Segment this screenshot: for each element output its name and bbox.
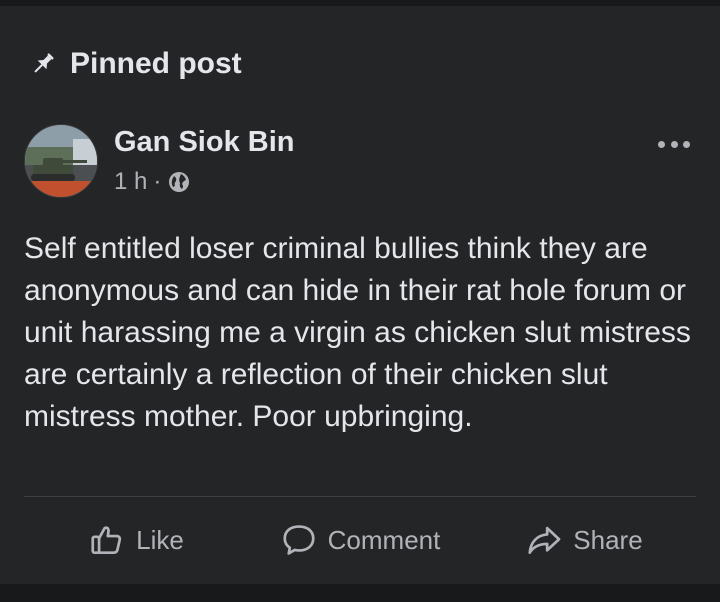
post-timestamp[interactable]: 1 h [114,168,147,196]
post-text: Self entitled loser criminal bullies thi… [24,232,691,433]
comment-button[interactable]: Comment [248,512,472,568]
more-options-icon-dot [683,140,690,148]
post-header: Gan Siok Bin 1 h · [24,124,694,198]
pinned-post-label: Pinned post [70,47,242,80]
post-card: Pinned post Gan Siok Bin 1 h · Self enti… [0,6,720,584]
globe-icon [169,172,190,192]
pin-icon [34,53,54,73]
like-icon [91,526,122,555]
author-name[interactable]: Gan Siok Bin [114,126,294,159]
comment-label: Comment [327,524,441,555]
more-options-button[interactable] [658,136,690,152]
avatar-image [25,125,97,197]
share-button[interactable]: Share [472,512,696,568]
more-options-icon-dot [658,140,665,148]
pinned-post-header: Pinned post [28,46,242,82]
share-icon [528,526,561,555]
post-actions: Like Comment Share [24,512,696,568]
comment-icon [283,525,315,555]
share-label: Share [573,524,643,555]
avatar[interactable] [24,124,98,198]
divider [24,496,696,497]
like-button[interactable]: Like [24,512,248,568]
meta-separator: · [153,168,162,195]
like-label: Like [136,524,184,555]
post-meta: 1 h · [114,168,191,196]
more-options-icon-dot [670,140,678,148]
